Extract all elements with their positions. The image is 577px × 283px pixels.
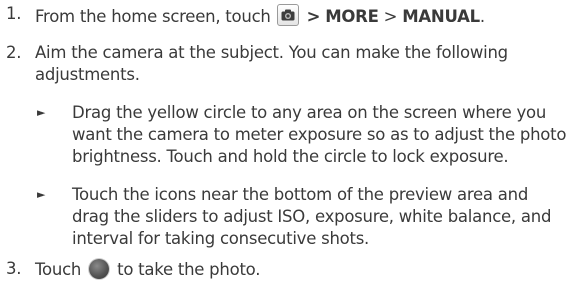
shutter-button-icon (89, 259, 110, 279)
step-text: From the home screen, touch > MORE > MANU… (35, 4, 485, 27)
bullet-line: want the camera to meter exposure so as … (72, 125, 567, 144)
bullet-line: brightness. Touch and hold the circle to… (72, 147, 509, 166)
step-text-before: From the home screen, touch (35, 7, 271, 26)
step-text-after: to take the photo. (117, 260, 261, 279)
step-text: Touch to take the photo. (35, 259, 260, 280)
menu-path-period: . (479, 7, 485, 26)
bullet-line: Touch the icons near the bottom of the p… (72, 185, 529, 204)
step-number: 3. (6, 259, 22, 278)
menu-path-separator: > (306, 7, 321, 26)
menu-path-manual: MANUAL (402, 7, 480, 26)
bullet-line: Drag the yellow circle to any area on th… (72, 103, 547, 122)
step-number: 2. (6, 43, 22, 62)
step-number: 1. (6, 4, 22, 23)
step-line: adjustments. (35, 65, 140, 84)
menu-path-more: MORE (325, 7, 379, 26)
camera-app-icon (276, 4, 299, 26)
step-text-before: Touch (35, 260, 82, 279)
menu-path-separator: > (383, 7, 398, 26)
bullet-line: drag the sliders to adjust ISO, exposure… (72, 207, 552, 226)
step-line: Aim the camera at the subject. You can m… (35, 43, 508, 62)
bullet-line: interval for taking consecutive shots. (72, 229, 370, 248)
bullet-arrow-icon: ► (37, 106, 46, 119)
bullet-arrow-icon: ► (37, 188, 46, 201)
